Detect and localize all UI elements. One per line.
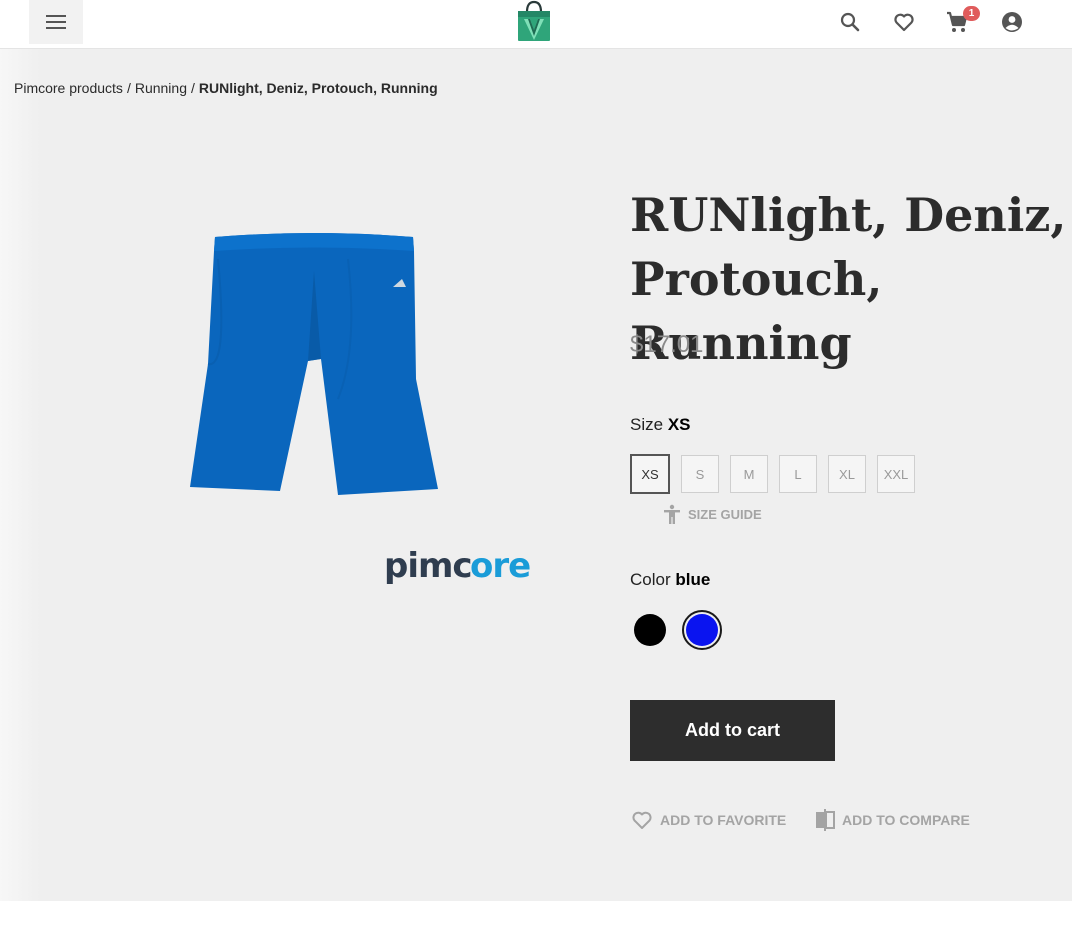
breadcrumb-link-running[interactable]: Running bbox=[135, 80, 187, 96]
color-swatch-black[interactable] bbox=[630, 610, 670, 650]
heart-outline-icon bbox=[632, 811, 652, 829]
size-label-text: Size bbox=[630, 415, 664, 434]
color-swatch-blue[interactable] bbox=[682, 610, 722, 650]
swatch-dot-black bbox=[634, 614, 666, 646]
size-option-m[interactable]: M bbox=[730, 455, 768, 493]
size-option-xxl[interactable]: XXL bbox=[877, 455, 915, 493]
add-to-compare-label: ADD TO COMPARE bbox=[842, 812, 970, 828]
blue-running-shorts-image[interactable] bbox=[188, 229, 440, 497]
search-icon[interactable] bbox=[838, 10, 862, 34]
product-page: Pimcore products / Running / RUNlight, Deniz… bbox=[0, 49, 1072, 901]
menu-button[interactable] bbox=[29, 0, 83, 44]
product-price: $17.01 bbox=[630, 331, 704, 358]
selected-size: XS bbox=[667, 415, 691, 434]
add-to-compare-button[interactable]: ADD TO COMPARE bbox=[814, 808, 970, 832]
size-option-xs[interactable]: XS bbox=[630, 454, 670, 494]
size-guide-label: SIZE GUIDE bbox=[688, 506, 762, 522]
selected-color: blue bbox=[675, 570, 711, 589]
breadcrumb-separator: / bbox=[126, 80, 131, 96]
cart-count-badge: 1 bbox=[963, 6, 980, 21]
compare-icon bbox=[816, 809, 835, 831]
svg-text:ore: ore bbox=[470, 546, 530, 586]
top-header: 1 bbox=[0, 0, 1072, 49]
color-options bbox=[630, 610, 722, 650]
size-label: Size XS bbox=[630, 415, 691, 435]
size-option-l[interactable]: L bbox=[779, 455, 817, 493]
color-label: Color blue bbox=[630, 570, 710, 590]
breadcrumb: Pimcore products / Running / RUNlight, Deniz… bbox=[14, 80, 438, 96]
size-guide-link[interactable]: SIZE GUIDE bbox=[662, 504, 762, 524]
menu-icon bbox=[46, 15, 66, 29]
size-option-xl[interactable]: XL bbox=[828, 455, 866, 493]
account-icon[interactable] bbox=[1000, 10, 1024, 34]
add-to-favorite-label: ADD TO FAVORITE bbox=[660, 812, 787, 828]
left-shade bbox=[0, 49, 40, 901]
svg-text:pimc: pimc bbox=[384, 546, 472, 586]
person-icon bbox=[664, 504, 680, 524]
size-option-s[interactable]: S bbox=[681, 455, 719, 493]
breadcrumb-link-products[interactable]: Pimcore products bbox=[14, 80, 123, 96]
swatch-dot-blue bbox=[686, 614, 718, 646]
pimcore-brand-logo: pimc ore bbox=[384, 546, 531, 586]
size-options: XS S M L XL XXL bbox=[630, 454, 915, 494]
heart-icon[interactable] bbox=[892, 10, 916, 34]
color-label-text: Color bbox=[630, 570, 671, 589]
add-to-cart-button[interactable]: Add to cart bbox=[630, 700, 835, 761]
breadcrumb-separator: / bbox=[190, 80, 195, 96]
add-to-favorite-button[interactable]: ADD TO FAVORITE bbox=[630, 808, 786, 832]
shopping-bag-logo[interactable] bbox=[515, 0, 553, 42]
breadcrumb-current: RUNlight, Deniz, Protouch, Running bbox=[198, 80, 438, 96]
